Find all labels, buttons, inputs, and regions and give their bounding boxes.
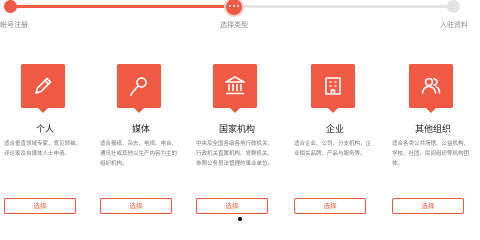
select-media-button[interactable]: 选择 <box>100 198 172 214</box>
type-card-government: 国家机构 中央及全国各级各地行政机关、行政机关直属机构、党群机关、参照公务员法管… <box>196 64 278 224</box>
select-individual-button[interactable]: 选择 <box>4 198 76 214</box>
card-description: 适合企业、公司，分支机构，企业相关品牌、产品与服务等。 <box>294 141 372 157</box>
type-card-other-organization: 其他组织 适合各类公共场馆、公益机构、学校、社团、民间组织等机构团体。 选择 <box>392 64 474 224</box>
institution-icon <box>213 64 257 113</box>
step-label-register: 帐号注册 <box>0 21 28 29</box>
card-title: 媒体 <box>131 125 150 135</box>
step-label-select-type: 选择类型 <box>220 21 248 29</box>
step-label-profile: 入驻资料 <box>440 21 468 29</box>
card-description: 适合报纸、杂志、电视、电台，通讯社或其他以生产内容为主的组织机构。 <box>100 141 178 167</box>
pen-icon <box>21 64 65 113</box>
people-icon <box>409 64 453 113</box>
ellipsis-icon <box>229 5 239 8</box>
step-dot-register <box>4 0 17 13</box>
card-description: 适合各类公共场馆、公益机构、学校、社团、民间组织等机构团体。 <box>392 141 470 167</box>
microphone-icon <box>117 64 161 113</box>
stepper-line-completed <box>10 5 235 8</box>
type-card-enterprise: 企业 适合企业、公司，分支机构，企业相关品牌、产品与服务等。 选择 <box>294 64 376 224</box>
card-description: 中央及全国各级各地行政机关、行政机关直属机构、党群机关、参照公务员法管理的事业单… <box>196 141 274 167</box>
card-title: 企业 <box>325 125 344 135</box>
type-card-media: 媒体 适合报纸、杂志、电视、电台，通讯社或其他以生产内容为主的组织机构。 选择 <box>100 64 182 224</box>
card-title: 个人 <box>35 125 54 135</box>
progress-stepper: 帐号注册 选择类型 入驻资料 <box>0 0 480 34</box>
select-other-organization-button[interactable]: 选择 <box>392 198 464 214</box>
select-enterprise-button[interactable]: 选择 <box>294 198 366 214</box>
stepper-line-pending <box>235 5 455 8</box>
step-dot-profile <box>447 0 460 13</box>
page-indicator-dot <box>238 217 242 221</box>
card-description: 适合垂直领域专家、意见领袖、评论家及自媒体人士申请。 <box>4 141 82 157</box>
building-icon <box>311 64 355 113</box>
card-title: 其他组织 <box>414 125 451 135</box>
select-government-button[interactable]: 选择 <box>196 198 268 214</box>
step-dot-select-type <box>226 0 242 15</box>
type-card-individual: 个人 适合垂直领域专家、意见领袖、评论家及自媒体人士申请。 选择 <box>4 64 86 224</box>
card-title: 国家机构 <box>218 125 255 135</box>
